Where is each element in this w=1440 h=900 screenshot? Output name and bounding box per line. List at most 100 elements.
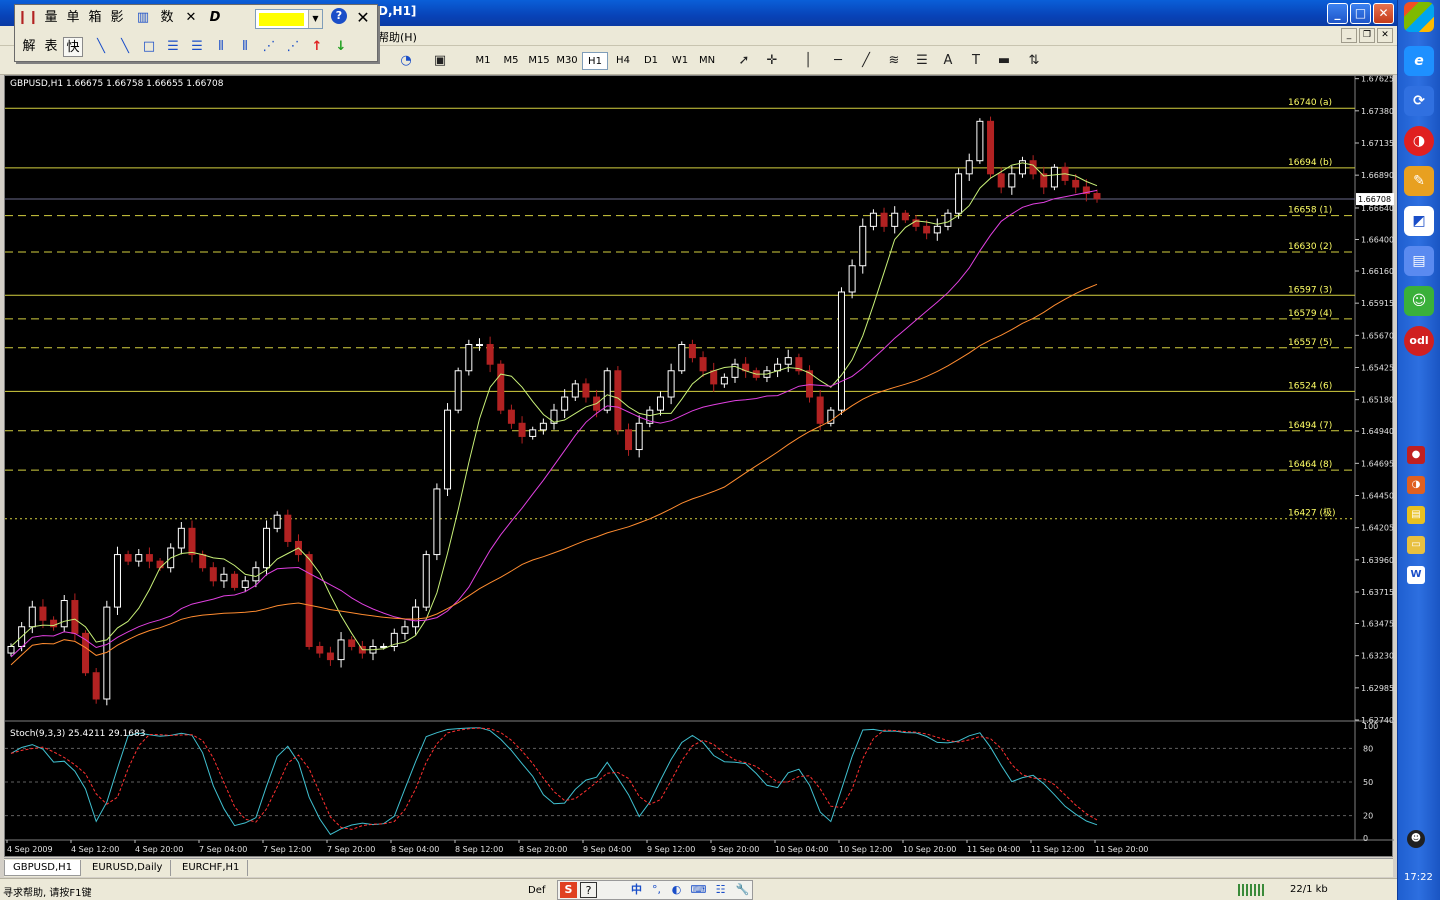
cross-tool-icon[interactable]: ✕ (181, 8, 201, 28)
float-tool-1[interactable]: 量 (41, 8, 61, 28)
app-icon-8[interactable]: odl (1404, 326, 1434, 356)
text-label-icon[interactable]: T (966, 51, 986, 71)
ime-settings-icon[interactable]: 🔧 (734, 882, 751, 898)
time-label: 9 Sep 04:00 (583, 845, 631, 854)
candle-body (688, 344, 696, 359)
vlines2-tool-icon[interactable]: ⦀ (235, 37, 255, 57)
timeframe-d1[interactable]: D1 (638, 52, 664, 70)
timeframe-h4[interactable]: H4 (610, 52, 636, 70)
app-icon-6[interactable]: ▤ (1404, 246, 1434, 276)
ime-logo-icon[interactable]: S (560, 882, 577, 898)
help-icon[interactable]: ? (331, 8, 347, 24)
timeframe-mn[interactable]: MN (694, 52, 720, 70)
candle-body (816, 396, 824, 424)
time-label: 10 Sep 12:00 (839, 845, 892, 854)
menu-help[interactable]: 帮助(H) (378, 29, 417, 45)
candle-body (92, 672, 100, 700)
minimize-button[interactable]: _ (1327, 3, 1348, 24)
app-icon-5[interactable]: ◩ (1404, 206, 1434, 236)
ie-icon[interactable]: e (1404, 46, 1434, 76)
float-tool-6[interactable]: 解 (19, 37, 39, 57)
crosshair-icon[interactable]: ✛ (762, 51, 782, 71)
vlines-tool-icon[interactable]: ⦀ (211, 37, 231, 57)
float-tool-5[interactable]: 数 (157, 8, 177, 28)
clock-icon[interactable]: ◔ (396, 51, 416, 71)
timeframe-w1[interactable]: W1 (667, 52, 693, 70)
fan-tool-icon[interactable]: ⋰ (259, 37, 279, 57)
close-button[interactable]: ✕ (1373, 3, 1394, 24)
level-label: 16557 (5) (1288, 338, 1332, 348)
ime-mode[interactable]: 中 (628, 882, 645, 898)
level-label: 16630 (2) (1288, 242, 1332, 252)
candle-body (571, 383, 579, 398)
line-tool-icon[interactable]: ╲ (91, 37, 111, 57)
chart-window[interactable]: 1.67625 1.67380 1.67135 1.66890 1.66640 1.664… (4, 75, 1394, 858)
level2-tool-icon[interactable]: ☰ (187, 37, 207, 57)
float-tool-4[interactable]: 影 (107, 8, 127, 28)
color-picker[interactable]: ▼ (255, 9, 323, 29)
qq-icon[interactable]: ☻ (1407, 830, 1425, 848)
mdi-minimize-button[interactable]: _ (1341, 28, 1357, 43)
arrow-up-icon[interactable]: ↑ (307, 37, 327, 57)
channel-icon[interactable]: ≋ (884, 51, 904, 71)
arrows-icon[interactable]: ⇅ (1024, 51, 1044, 71)
folder-icon[interactable]: ▭ (1407, 536, 1425, 554)
tray-icon-3[interactable]: ▤ (1407, 506, 1425, 524)
float-tool-2[interactable]: 单 (63, 8, 83, 28)
close-icon[interactable]: ✕ (353, 8, 373, 28)
price-chart[interactable]: 1.67625 1.67380 1.67135 1.66890 1.66640 1.664… (5, 76, 1394, 858)
candle-body (284, 514, 292, 542)
template-icon[interactable]: ▣ (430, 51, 450, 71)
line2-tool-icon[interactable]: ╲ (115, 37, 135, 57)
mdi-close-button[interactable]: ✕ (1377, 28, 1393, 43)
level-label: 16494 (7) (1288, 421, 1332, 431)
tab-gbpusd-h1[interactable]: GBPUSD,H1 (4, 860, 82, 876)
cursor-icon[interactable]: ➚ (734, 51, 754, 71)
float-tool-7[interactable]: 表 (41, 37, 61, 57)
maximize-button[interactable]: □ (1350, 3, 1371, 24)
timeframe-h1[interactable]: H1 (582, 52, 608, 70)
windows-logo-icon[interactable] (1404, 2, 1434, 32)
text-icon[interactable]: A (938, 51, 958, 71)
tab-eurchf-h1[interactable]: EURCHF,H1 (174, 860, 249, 876)
float-tool-8[interactable]: 快 (63, 37, 83, 57)
ime-help-icon[interactable]: ? (580, 882, 597, 898)
time-label: 4 Sep 12:00 (71, 845, 119, 854)
dx-tool-icon[interactable]: D (205, 8, 225, 28)
arrow-down-icon[interactable]: ↓ (331, 37, 351, 57)
timeframe-m30[interactable]: M30 (554, 52, 580, 70)
trendline-icon[interactable]: ╱ (856, 51, 876, 71)
tab-eurusd-daily[interactable]: EURUSD,Daily (84, 860, 172, 876)
horizontal-line-icon[interactable]: ─ (828, 51, 848, 71)
timeframe-m1[interactable]: M1 (470, 52, 496, 70)
mdi-restore-button[interactable]: ❐ (1359, 28, 1375, 43)
candle-body (337, 639, 345, 661)
ime-punct-icon[interactable]: °, (648, 882, 665, 898)
chevron-down-icon[interactable]: ▼ (308, 10, 322, 28)
bars-icon[interactable]: ▥ (133, 8, 153, 28)
level-label: 16597 (3) (1288, 285, 1332, 295)
ime-fullwidth-icon[interactable]: ◐ (668, 882, 685, 898)
float-tool-3[interactable]: 箱 (85, 8, 105, 28)
users-icon[interactable]: ☺ (1404, 286, 1434, 316)
candle-body (539, 422, 547, 431)
word-icon[interactable]: W (1407, 566, 1425, 584)
rect-tool-icon[interactable]: □ (139, 37, 159, 57)
vertical-line-icon[interactable]: │ (798, 51, 818, 71)
rectangle-label-icon[interactable]: ▬ (994, 51, 1014, 71)
tray-icon-1[interactable]: ● (1407, 446, 1425, 464)
pencils-icon[interactable]: ✎ (1404, 166, 1434, 196)
candle-body (28, 606, 36, 628)
price-tick-label: 1.66160 (1361, 267, 1394, 276)
level-tool-icon[interactable]: ☰ (163, 37, 183, 57)
ime-menu-icon[interactable]: ☷ (712, 882, 729, 898)
app-icon-3[interactable]: ◑ (1404, 126, 1434, 156)
fan2-tool-icon[interactable]: ⋰ (283, 37, 303, 57)
candle-tool-icon[interactable]: ❙❙ (17, 8, 39, 28)
tray-icon-2[interactable]: ◑ (1407, 476, 1425, 494)
timeframe-m15[interactable]: M15 (526, 52, 552, 70)
timeframe-m5[interactable]: M5 (498, 52, 524, 70)
ime-keyboard-icon[interactable]: ⌨ (690, 882, 707, 898)
fibonacci-icon[interactable]: ☰ (912, 51, 932, 71)
app-icon-2[interactable]: ⟳ (1404, 86, 1434, 116)
